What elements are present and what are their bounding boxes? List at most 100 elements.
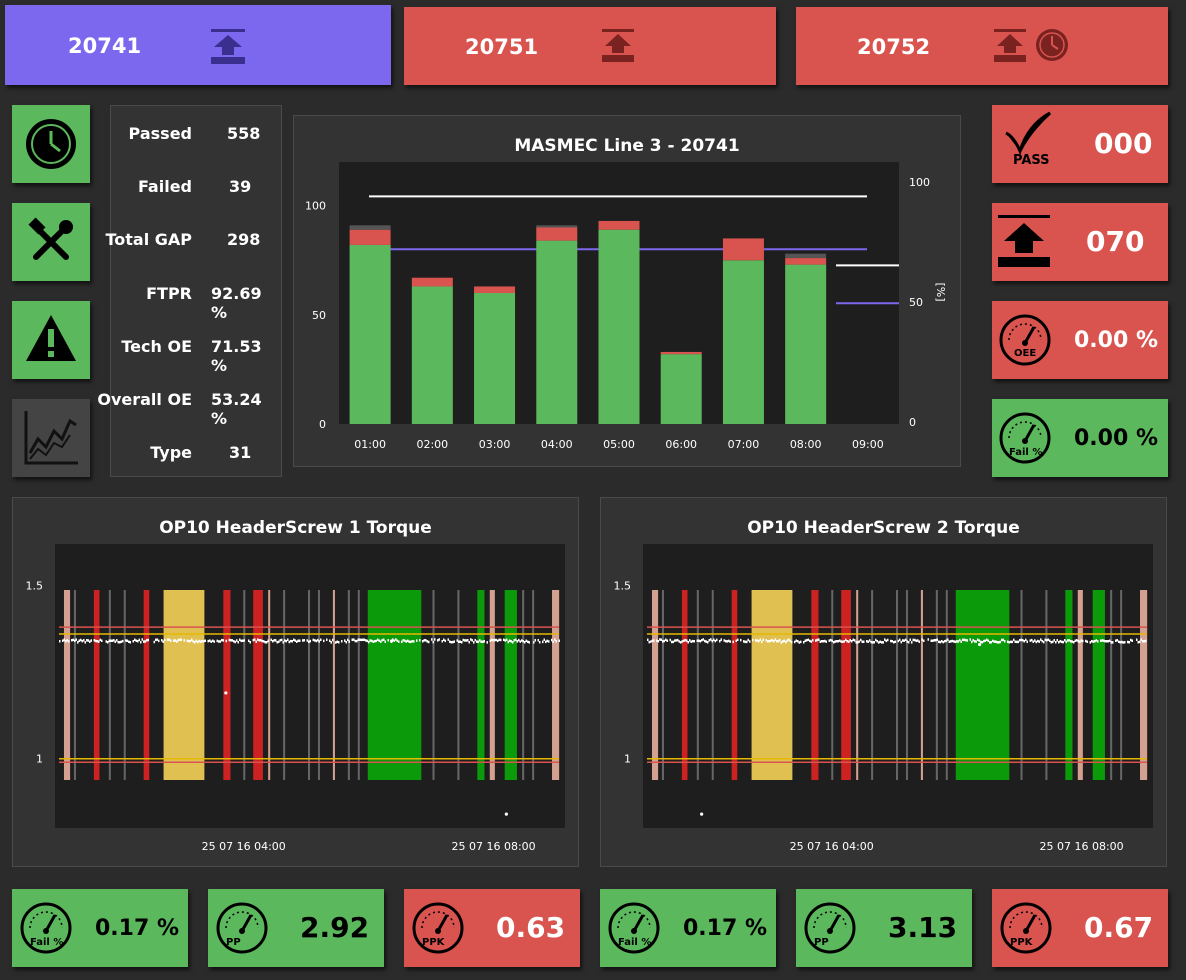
- kpi-value: 0.17 %: [95, 916, 179, 941]
- stat-row: Tech OE 71.53 %: [111, 337, 283, 375]
- clock-icon: [26, 119, 76, 169]
- bottom-kpi-tile[interactable]: PPK 0.63: [404, 889, 580, 967]
- stat-row: FTPR 92.69 %: [111, 284, 283, 322]
- process-band: [283, 590, 286, 780]
- warning-icon: [26, 315, 76, 361]
- stat-label: Overall OE: [97, 390, 192, 409]
- process-band: [504, 590, 517, 780]
- bar-segment: [660, 351, 702, 355]
- clock-nav-button[interactable]: [12, 105, 90, 183]
- upload-icon: [994, 29, 1026, 62]
- stat-row: Total GAP 298: [105, 230, 283, 250]
- station-id: 20752: [857, 35, 931, 59]
- gauge-label: Fail %: [30, 937, 64, 948]
- gauge-hub: [435, 928, 441, 934]
- bottom-kpi-tile[interactable]: Fail % 0.17 %: [600, 889, 776, 967]
- upload-kpi-tile[interactable]: 070: [992, 203, 1168, 281]
- process-band: [1092, 590, 1105, 780]
- upload-icon: [211, 29, 245, 64]
- fail-rate-kpi-tile[interactable]: Fail % 0.00 %: [992, 399, 1168, 477]
- stat-value: 558: [227, 124, 261, 143]
- process-band: [920, 590, 923, 780]
- process-band: [367, 590, 422, 780]
- upload-icon: [602, 29, 634, 62]
- bottom-kpi-tile[interactable]: Fail % 0.17 %: [12, 889, 188, 967]
- station-tile-20752[interactable]: 20752: [796, 7, 1168, 85]
- process-band: [1065, 590, 1073, 780]
- process-band: [108, 590, 111, 780]
- bar-segment: [349, 229, 391, 245]
- process-band: [357, 590, 360, 780]
- process-band: [935, 590, 938, 780]
- bar-segment: [536, 227, 578, 241]
- trend-chart-icon: [24, 411, 78, 465]
- process-band: [63, 590, 71, 780]
- stat-value: 71.53 %: [211, 337, 262, 375]
- y-tick-label: 1.5: [26, 580, 44, 593]
- station-tile-20751[interactable]: 20751: [404, 7, 776, 85]
- gauge-hub: [1023, 928, 1029, 934]
- process-band: [955, 590, 1010, 780]
- y-tick-label: 100: [305, 200, 326, 213]
- process-band: [347, 590, 350, 780]
- gauge-scale: [617, 911, 651, 929]
- tools-nav-button[interactable]: [12, 203, 90, 281]
- process-band: [253, 590, 263, 780]
- process-band: [489, 590, 495, 780]
- process-band: [223, 590, 231, 780]
- x-tick-label: 09:00: [852, 438, 884, 451]
- stat-row: Passed 558: [111, 124, 283, 144]
- bar-segment: [536, 240, 578, 424]
- stat-value: 53.24 %: [211, 390, 262, 428]
- x-tick-label: 05:00: [603, 438, 635, 451]
- y2-tick-label: 100: [909, 176, 930, 189]
- stat-value: 298: [227, 230, 261, 249]
- bar-segment: [598, 229, 640, 424]
- bottom-kpi-tile[interactable]: PP 2.92: [208, 889, 384, 967]
- oee-kpi-tile[interactable]: OEE 0.00 %: [992, 301, 1168, 379]
- oee-value: 0.00 %: [1074, 328, 1158, 353]
- outlier-point: [504, 812, 508, 816]
- bottom-kpi-tile[interactable]: PPK 0.67: [992, 889, 1168, 967]
- process-band: [696, 590, 699, 780]
- stat-label: Total GAP: [105, 230, 192, 249]
- outlier-point: [390, 639, 394, 643]
- tools-icon: [28, 217, 73, 260]
- process-band: [681, 590, 688, 780]
- bar-segment: [660, 354, 702, 424]
- bar-segment: [349, 244, 391, 424]
- bottom-kpi-tile[interactable]: PP 3.13: [796, 889, 972, 967]
- bar-segment: [785, 253, 827, 259]
- process-band: [457, 590, 460, 780]
- pass-kpi-tile[interactable]: PASS 000: [992, 105, 1168, 183]
- process-band: [811, 590, 819, 780]
- x-tick-label: 07:00: [728, 438, 760, 451]
- bar-segment: [785, 258, 827, 265]
- process-band: [332, 590, 335, 780]
- y-tick-label: 1: [624, 753, 631, 766]
- upload-value: 070: [1086, 225, 1145, 258]
- x-tick-label: 25 07 16 08:00: [1040, 840, 1124, 853]
- upload-icon: [998, 215, 1050, 267]
- x-tick-label: 06:00: [665, 438, 697, 451]
- y2-tick-label: 50: [909, 296, 923, 309]
- bar-segment: [474, 293, 516, 424]
- y2-axis-label: [%]: [934, 282, 947, 301]
- x-tick-label: 08:00: [790, 438, 822, 451]
- gauge-label: OEE: [1014, 348, 1037, 359]
- process-band: [1020, 590, 1023, 780]
- bar-segment: [411, 286, 453, 424]
- process-band: [1077, 590, 1083, 780]
- trend-nav-button[interactable]: [12, 399, 90, 477]
- outlier-point: [224, 691, 228, 695]
- station-tile-20741[interactable]: 20741: [5, 5, 391, 85]
- x-tick-label: 01:00: [354, 438, 386, 451]
- y-tick-label: 0: [319, 418, 326, 431]
- bar-segment: [349, 225, 391, 230]
- kpi-value: 2.92: [300, 911, 370, 944]
- bar-segment: [411, 277, 453, 287]
- gauge-label: PP: [814, 937, 829, 948]
- gauge-label: PPK: [1010, 937, 1033, 948]
- stats-panel: Passed 558 Failed 39 Total GAP 298 FTPR …: [97, 105, 283, 477]
- warning-nav-button[interactable]: [12, 301, 90, 379]
